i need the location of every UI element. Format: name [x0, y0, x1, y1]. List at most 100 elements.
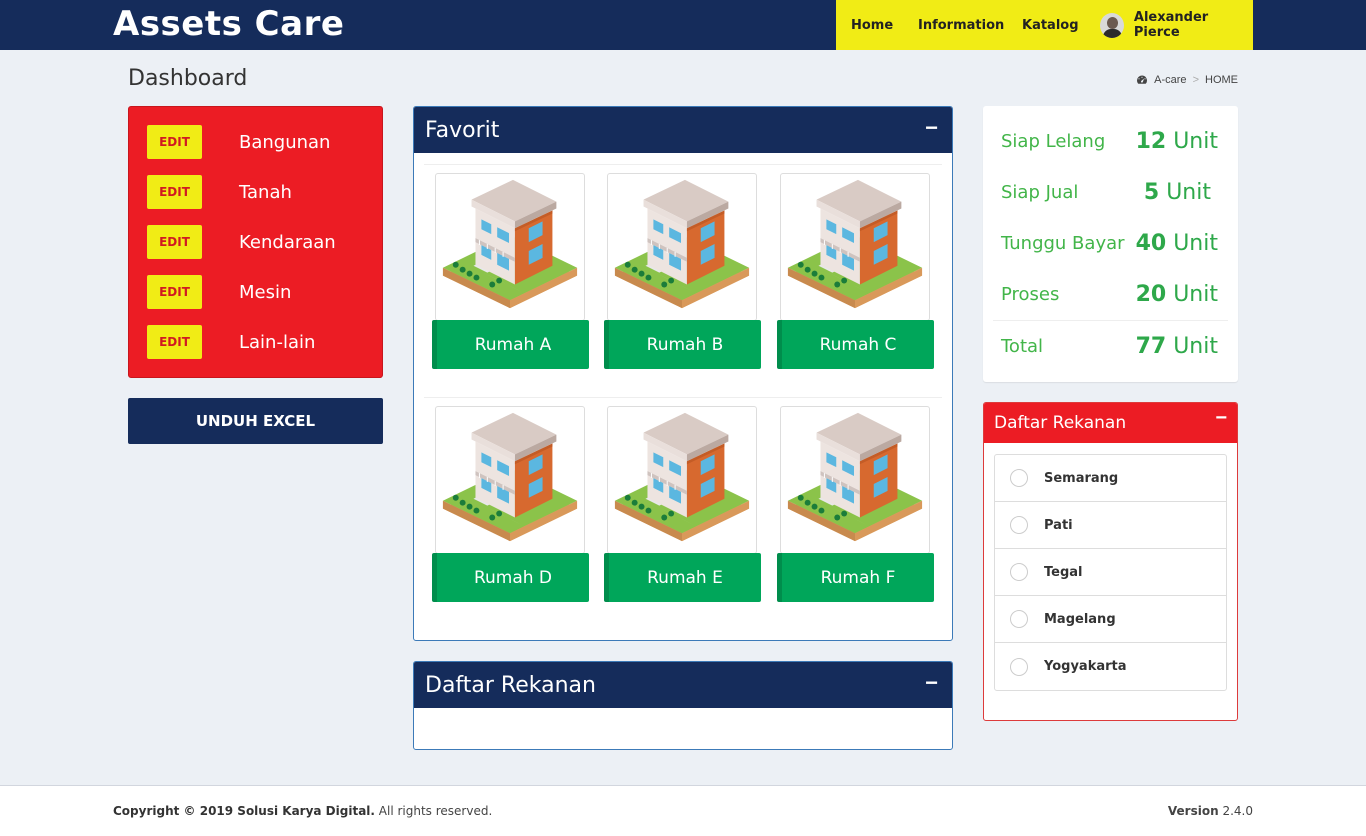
dashboard-icon: [1137, 75, 1148, 84]
favorit-item-button[interactable]: Rumah F: [777, 553, 934, 602]
download-excel-button[interactable]: UNDUH EXCEL: [128, 398, 383, 444]
category-row: EDIT Mesin: [147, 275, 291, 309]
breadcrumb-root[interactable]: A-care: [1154, 74, 1186, 86]
edit-button[interactable]: EDIT: [147, 275, 202, 309]
rekanan-list-panel: Daftar Rekanan − Semarang Pati Tegal Mag…: [983, 402, 1238, 721]
house-icon: [614, 412, 750, 542]
favorit-item-button[interactable]: Rumah A: [432, 320, 589, 369]
breadcrumb: A-care > HOME: [1136, 74, 1238, 86]
list-item-label: Semarang: [1044, 470, 1119, 486]
house-image[interactable]: [607, 173, 757, 321]
favorit-card[interactable]: Rumah F: [777, 406, 934, 602]
favorit-panel: Favorit − Rumah A Rumah B Rumah C Rumah …: [413, 106, 953, 641]
edit-button[interactable]: EDIT: [147, 175, 202, 209]
favorit-card[interactable]: Rumah A: [432, 173, 589, 369]
category-row: EDIT Lain-lain: [147, 325, 315, 359]
top-nav-menu: Home Information Katalog Alexander Pierc…: [836, 0, 1253, 50]
radio-button[interactable]: [1010, 657, 1028, 676]
house-icon: [787, 179, 923, 309]
divider: [993, 320, 1228, 321]
collapse-icon[interactable]: −: [1215, 407, 1227, 430]
house-image[interactable]: [435, 406, 585, 554]
rekanan-list-title: Daftar Rekanan: [994, 413, 1127, 433]
category-label: Bangunan: [239, 131, 331, 153]
nav-home-link[interactable]: Home: [851, 18, 893, 33]
stat-row-total: Total 77 Unit: [983, 326, 1238, 366]
rekanan-title: Daftar Rekanan: [425, 672, 596, 698]
list-item[interactable]: Tegal: [995, 549, 1226, 596]
category-box: EDIT Bangunan EDIT Tanah EDIT Kendaraan …: [128, 106, 383, 378]
stat-row: Siap Lelang 12 Unit: [983, 121, 1238, 161]
breadcrumb-separator: >: [1192, 74, 1199, 86]
house-image[interactable]: [780, 173, 930, 321]
stat-label: Total: [1001, 335, 1044, 357]
copyright-text: Copyright © 2019 Solusi Karya Digital. A…: [113, 804, 493, 818]
rekanan-panel-header: Daftar Rekanan −: [414, 662, 952, 708]
favorit-item-button[interactable]: Rumah C: [777, 320, 934, 369]
stat-row: Proses 20 Unit: [983, 274, 1238, 314]
nav-katalog-link[interactable]: Katalog: [1022, 18, 1079, 33]
radio-button[interactable]: [1010, 516, 1028, 534]
favorit-card[interactable]: Rumah D: [432, 406, 589, 602]
stat-value: 40 Unit: [1135, 230, 1218, 256]
house-icon: [614, 179, 750, 309]
divider: [424, 397, 942, 398]
category-row: EDIT Tanah: [147, 175, 292, 209]
rekanan-panel: Daftar Rekanan −: [413, 661, 953, 750]
user-name: Alexander Pierce: [1133, 10, 1209, 40]
top-navbar: Assets Care Home Information Katalog Ale…: [0, 0, 1366, 50]
radio-button[interactable]: [1010, 469, 1028, 487]
edit-button[interactable]: EDIT: [147, 125, 202, 159]
favorit-item-button[interactable]: Rumah E: [604, 553, 761, 602]
list-item[interactable]: Magelang: [995, 596, 1226, 643]
house-icon: [787, 412, 923, 542]
stat-label: Siap Lelang: [1001, 130, 1106, 152]
stat-row: Tunggu Bayar 40 Unit: [983, 223, 1238, 263]
list-item[interactable]: Semarang: [995, 455, 1226, 502]
avatar: [1100, 12, 1124, 38]
radio-button[interactable]: [1010, 563, 1028, 581]
collapse-icon[interactable]: −: [925, 670, 938, 696]
favorit-item-button[interactable]: Rumah B: [604, 320, 761, 369]
stats-box: Siap Lelang 12 Unit Siap Jual 5 Unit Tun…: [983, 106, 1238, 382]
house-image[interactable]: [607, 406, 757, 554]
stat-label: Proses: [1001, 283, 1060, 305]
category-label: Lain-lain: [239, 331, 316, 353]
list-item-label: Yogyakarta: [1044, 659, 1127, 674]
house-image[interactable]: [780, 406, 930, 554]
user-menu[interactable]: Alexander Pierce: [1100, 10, 1253, 40]
list-item[interactable]: Yogyakarta: [995, 643, 1226, 690]
favorit-panel-header: Favorit −: [414, 107, 952, 153]
list-item-label: Pati: [1044, 517, 1073, 533]
house-image[interactable]: [435, 173, 585, 321]
favorit-card[interactable]: Rumah E: [604, 406, 761, 602]
radio-button[interactable]: [1010, 610, 1028, 628]
house-icon: [442, 412, 578, 542]
brand-logo[interactable]: Assets Care: [113, 4, 344, 44]
category-row: EDIT Bangunan: [147, 125, 330, 159]
version-text: Version 2.4.0: [1167, 804, 1253, 818]
category-label: Mesin: [239, 281, 292, 303]
category-row: EDIT Kendaraan: [147, 225, 336, 259]
house-icon: [442, 179, 578, 309]
rekanan-list-header: Daftar Rekanan −: [984, 403, 1237, 443]
stat-value: 12 Unit: [1135, 128, 1218, 154]
stat-row: Siap Jual 5 Unit: [983, 172, 1238, 212]
favorit-card[interactable]: Rumah C: [777, 173, 934, 369]
favorit-card[interactable]: Rumah B: [604, 173, 761, 369]
category-label: Kendaraan: [239, 231, 336, 253]
list-item[interactable]: Pati: [995, 502, 1226, 549]
nav-information-link[interactable]: Information: [918, 18, 1004, 33]
rekanan-list: Semarang Pati Tegal Magelang Yogyakarta: [994, 454, 1227, 691]
list-item-label: Tegal: [1044, 564, 1083, 580]
stat-label: Tunggu Bayar: [1001, 232, 1125, 254]
edit-button[interactable]: EDIT: [147, 225, 202, 259]
edit-button[interactable]: EDIT: [147, 325, 202, 359]
list-item-label: Magelang: [1044, 611, 1116, 627]
divider: [424, 164, 942, 165]
favorit-title: Favorit: [425, 117, 500, 143]
stat-label: Siap Jual: [1001, 181, 1079, 203]
collapse-icon[interactable]: −: [925, 115, 938, 141]
favorit-item-button[interactable]: Rumah D: [432, 553, 589, 602]
page-title: Dashboard: [128, 66, 248, 91]
